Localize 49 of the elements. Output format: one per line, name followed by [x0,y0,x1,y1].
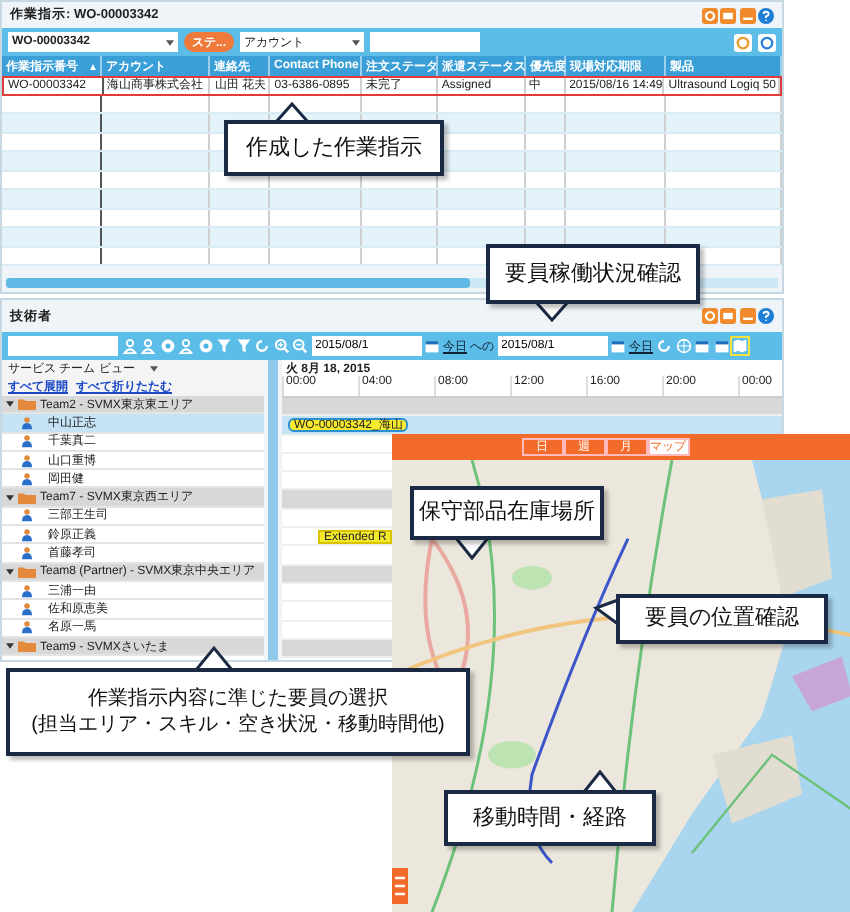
expand-icon[interactable] [6,400,14,409]
person-icon [22,415,32,430]
window-icon[interactable] [720,7,736,23]
gear-icon[interactable] [159,338,175,354]
scrollbar[interactable] [268,360,278,660]
minimize-icon[interactable] [739,308,755,324]
folder-icon [18,640,36,652]
person-icon [22,583,32,598]
menu-icon[interactable] [392,868,408,904]
sync-icon[interactable] [758,33,776,51]
person-icon [22,471,32,486]
expand-icon[interactable] [6,567,14,576]
zoom-out-icon[interactable] [292,338,308,354]
gear-icon[interactable] [701,7,717,23]
sort-icon[interactable] [90,63,96,69]
minimize-icon[interactable] [739,7,755,23]
map-icon[interactable] [732,338,748,354]
globe-icon[interactable] [675,338,691,354]
person-icon [22,620,32,635]
user-icon[interactable] [140,338,156,354]
person-icon [22,546,32,561]
calendar-icon[interactable] [424,338,440,354]
folder-icon [18,491,36,504]
caret-icon[interactable] [150,365,158,372]
calendar-icon[interactable] [694,338,710,354]
person-icon [22,453,32,468]
gear-icon[interactable] [701,308,717,324]
help-icon[interactable] [758,7,774,23]
window-icon[interactable] [720,308,736,324]
person-icon [22,434,32,449]
help-icon[interactable] [758,308,774,324]
calendar-icon[interactable] [713,338,729,354]
search-field[interactable] [370,32,481,52]
user-icon[interactable] [178,338,194,354]
scrollbar-thumb[interactable] [6,278,470,288]
folder-icon [18,565,36,578]
caret-icon[interactable] [166,39,174,45]
caret-icon[interactable] [352,39,361,45]
expand-icon[interactable] [6,642,14,650]
person-icon [22,601,32,616]
zoom-in-icon[interactable] [273,338,289,354]
refresh-icon[interactable] [734,33,752,51]
gear-icon[interactable] [197,338,213,354]
search-field[interactable] [8,336,118,356]
person-icon [22,508,32,523]
calendar-icon[interactable] [610,338,626,354]
person-icon [22,527,32,542]
user-icon[interactable] [121,338,137,354]
expand-icon[interactable] [6,493,14,502]
